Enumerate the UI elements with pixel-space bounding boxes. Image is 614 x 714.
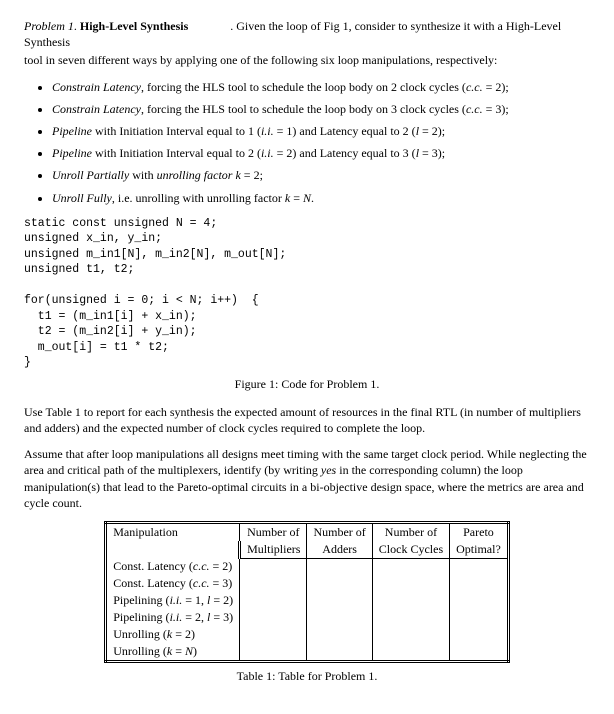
th-cycles-a: Number of	[372, 522, 449, 541]
cell-multipliers	[240, 592, 307, 609]
row-label: Const. Latency (c.c. = 2)	[106, 558, 240, 575]
cell-multipliers	[240, 626, 307, 643]
bullet-item: Constrain Latency, forcing the HLS tool …	[52, 79, 590, 95]
table-row: Const. Latency (c.c. = 3)	[106, 575, 509, 592]
cell-multipliers	[240, 643, 307, 662]
instruction-paragraph-2: Assume that after loop manipulations all…	[24, 446, 590, 511]
bullet-mid-i: unrolling factor	[157, 168, 233, 182]
bullet-rest: with Initiation Interval equal to 2 (	[92, 146, 261, 160]
bullet-tail-i: i.i.	[261, 124, 274, 138]
cell-pareto	[450, 592, 509, 609]
cell-pareto	[450, 609, 509, 626]
cell-multipliers	[240, 609, 307, 626]
bullet-lead: Pipeline	[52, 146, 92, 160]
bullet-rest: , forcing the HLS tool to schedule the l…	[141, 102, 466, 116]
row-label: Unrolling (k = N)	[106, 643, 240, 662]
cell-adders	[307, 609, 372, 626]
row-label: Const. Latency (c.c. = 3)	[106, 575, 240, 592]
cell-pareto	[450, 558, 509, 575]
para2-yes: yes	[321, 463, 336, 477]
bullet-tail2: .	[311, 191, 314, 205]
cell-cycles	[372, 626, 449, 643]
bullet-tail2: = 2);	[419, 124, 445, 138]
bullet-tail: = 2);	[483, 80, 509, 94]
bullet-item: Pipeline with Initiation Interval equal …	[52, 123, 590, 139]
table-caption: Table 1: Table for Problem 1.	[24, 669, 590, 684]
row-label: Unrolling (k = 2)	[106, 626, 240, 643]
bullet-lead: Pipeline	[52, 124, 92, 138]
cell-adders	[307, 643, 372, 662]
bullet-lead: Constrain Latency	[52, 102, 141, 116]
table-wrap: Manipulation Number of Number of Number …	[24, 521, 590, 664]
cell-adders	[307, 592, 372, 609]
bullet-tail2: = 3);	[419, 146, 445, 160]
cell-cycles	[372, 558, 449, 575]
bullet-tail: = 3);	[483, 102, 509, 116]
figure-caption: Figure 1: Code for Problem 1.	[24, 377, 590, 392]
th-adders-a: Number of	[307, 522, 372, 541]
table-row: Pipelining (i.i. = 2, l = 3)	[106, 609, 509, 626]
bullet-item: Unroll Partially with unrolling factor k…	[52, 167, 590, 183]
cell-cycles	[372, 592, 449, 609]
bullet-lead: Constrain Latency	[52, 80, 141, 94]
cell-cycles	[372, 609, 449, 626]
bullet-tail-i: i.i.	[261, 146, 274, 160]
bullet-tail-i: c.c.	[466, 80, 483, 94]
bullet-rest: with Initiation Interval equal to 1 (	[92, 124, 261, 138]
cell-pareto	[450, 626, 509, 643]
results-table: Manipulation Number of Number of Number …	[104, 521, 510, 664]
bullet-item: Unroll Fully, i.e. unrolling with unroll…	[52, 190, 590, 206]
cell-adders	[307, 575, 372, 592]
spacer	[191, 19, 227, 33]
table-header-row-1: Manipulation Number of Number of Number …	[106, 522, 509, 541]
bullet-tail: = 2;	[241, 168, 263, 182]
bullet-lead: Unroll Partially	[52, 168, 129, 182]
cell-multipliers	[240, 558, 307, 575]
problem-intro-b: tool in seven different ways by applying…	[24, 52, 590, 68]
bullet-rest: , i.e. unrolling with unrolling factor	[112, 191, 285, 205]
cell-pareto	[450, 575, 509, 592]
bullet-tail: = 2) and Latency equal to 3 (	[274, 146, 416, 160]
cell-multipliers	[240, 575, 307, 592]
code-block: static const unsigned N = 4; unsigned x_…	[24, 216, 590, 371]
bullet-list: Constrain Latency, forcing the HLS tool …	[24, 79, 590, 206]
bullet-rest: , forcing the HLS tool to schedule the l…	[141, 80, 466, 94]
problem-heading: Problem 1. High-Level Synthesis . Given …	[24, 18, 590, 50]
table-row: Pipelining (i.i. = 1, l = 2)	[106, 592, 509, 609]
bullet-rest: with	[129, 168, 156, 182]
cell-adders	[307, 626, 372, 643]
th-pareto-a: Pareto	[450, 522, 509, 541]
th-adders-b: Adders	[307, 541, 372, 559]
cell-adders	[307, 558, 372, 575]
th-pareto-b: Optimal?	[450, 541, 509, 559]
th-cycles-b: Clock Cycles	[372, 541, 449, 559]
page: Problem 1. High-Level Synthesis . Given …	[0, 0, 614, 714]
table-row: Unrolling (k = 2)	[106, 626, 509, 643]
cell-pareto	[450, 643, 509, 662]
bullet-tail-i: c.c.	[466, 102, 483, 116]
bullet-tail2-i: N	[303, 191, 311, 205]
bullet-item: Pipeline with Initiation Interval equal …	[52, 145, 590, 161]
bullet-tail: =	[290, 191, 303, 205]
bullet-tail: = 1) and Latency equal to 2 (	[274, 124, 416, 138]
instruction-paragraph-1: Use Table 1 to report for each synthesis…	[24, 404, 590, 436]
bullet-lead: Unroll Fully	[52, 191, 112, 205]
problem-title: High-Level Synthesis	[80, 19, 188, 33]
table-row: Unrolling (k = N)	[106, 643, 509, 662]
cell-cycles	[372, 575, 449, 592]
th-multipliers-a: Number of	[240, 522, 307, 541]
row-label: Pipelining (i.i. = 1, l = 2)	[106, 592, 240, 609]
bullet-item: Constrain Latency, forcing the HLS tool …	[52, 101, 590, 117]
cell-cycles	[372, 643, 449, 662]
th-manipulation: Manipulation	[106, 522, 240, 558]
th-multipliers-b: Multipliers	[240, 541, 307, 559]
row-label: Pipelining (i.i. = 2, l = 3)	[106, 609, 240, 626]
problem-label: Problem	[24, 19, 65, 33]
table-row: Const. Latency (c.c. = 2)	[106, 558, 509, 575]
